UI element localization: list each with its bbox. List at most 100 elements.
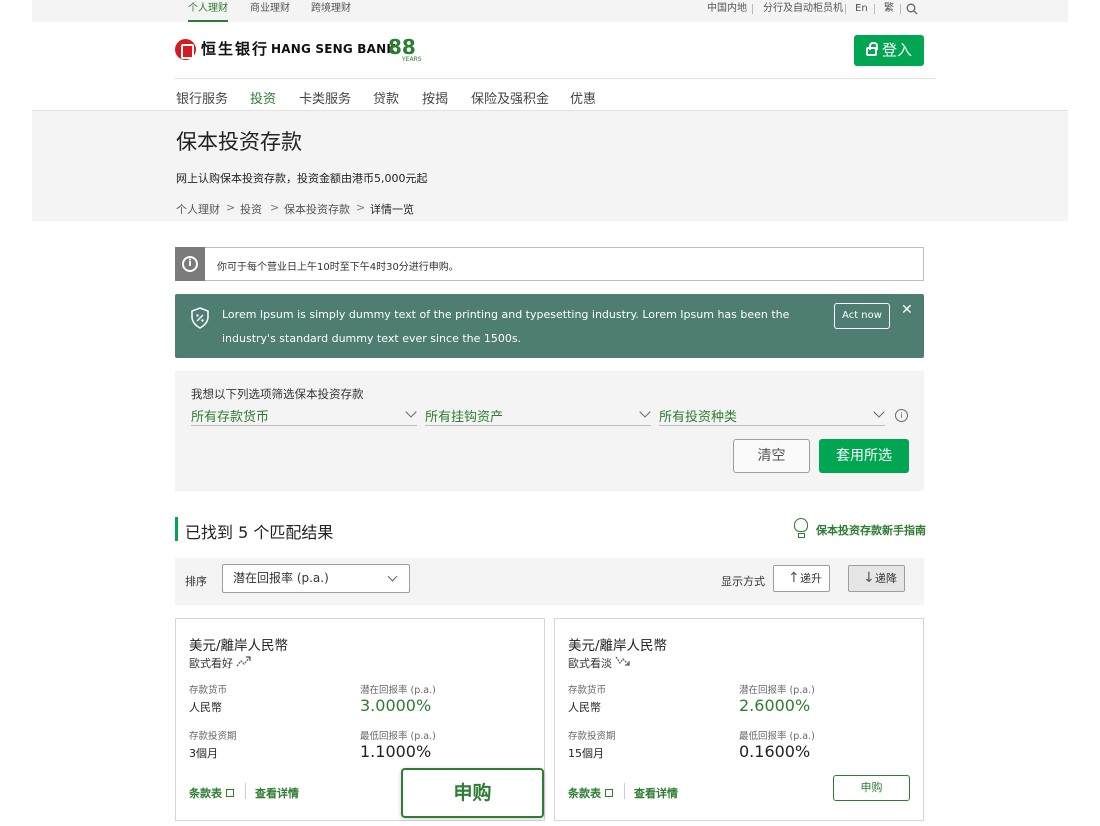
asset-dropdown[interactable]: 所有挂钩资产	[425, 406, 651, 426]
nav-investment[interactable]: 投资	[250, 88, 276, 107]
currency-dropdown-value: 所有存款货币	[191, 410, 270, 425]
info-icon[interactable]: i	[895, 409, 908, 422]
page-title: 保本投资存款	[176, 130, 302, 154]
sort-ascending-label: 递升	[800, 572, 822, 585]
min-return-value: 1.1000%	[360, 742, 432, 761]
banner-text: Lorem Ipsum is simply dummy text of the …	[222, 308, 790, 345]
sort-label: 排序	[185, 575, 207, 588]
type-dropdown-value: 所有投资种类	[659, 410, 738, 425]
currency-value: 人民幣	[189, 701, 222, 714]
period-value: 3個月	[189, 747, 218, 760]
divider	[245, 783, 246, 799]
anniversary-logo: 88	[388, 35, 416, 59]
nav-mortgage[interactable]: 按揭	[422, 88, 448, 107]
display-order-label: 显示方式	[721, 575, 765, 588]
type-dropdown[interactable]: 所有投资种类	[659, 406, 885, 426]
info-icon: i	[182, 256, 198, 272]
currency-label: 存款货币	[568, 685, 607, 696]
currency-dropdown[interactable]: 所有存款货币	[191, 406, 417, 426]
period-label: 存款投资期	[568, 731, 616, 742]
external-link-icon	[226, 789, 234, 797]
arrow-up-icon: ↑	[788, 570, 800, 586]
breadcrumb-capital-protected[interactable]: 保本投资存款	[284, 201, 350, 217]
arrow-down-icon: ↓	[863, 570, 875, 586]
currency-value: 人民幣	[568, 701, 601, 714]
chevron-down-icon	[639, 406, 651, 418]
close-icon[interactable]: ✕	[901, 302, 913, 318]
nav-offers[interactable]: 优惠	[570, 88, 596, 107]
chevron-right-icon: >	[356, 201, 366, 214]
trend-up-icon	[236, 656, 251, 667]
chevron-down-icon	[387, 571, 398, 582]
logo-icon[interactable]	[175, 39, 196, 60]
view-details-link[interactable]: 查看详情	[634, 785, 678, 801]
subscribe-button[interactable]: 申购	[833, 775, 910, 801]
tab-personal[interactable]: 个人理财	[188, 0, 228, 22]
trend-down-icon	[615, 656, 630, 666]
branch-atm-link[interactable]: 分行及自动柜员机	[763, 0, 843, 18]
potential-return-value: 2.6000%	[739, 696, 811, 715]
min-return-label: 最低回报率 (p.a.)	[739, 731, 815, 742]
sort-descending-label: 递降	[875, 572, 897, 585]
divider	[900, 4, 901, 14]
results-accent-bar	[175, 517, 178, 541]
currency-label: 存款货币	[189, 685, 228, 696]
sort-ascending-button[interactable]: ↑ 递升	[773, 565, 830, 592]
term-sheet-link[interactable]: 条款表	[189, 785, 234, 801]
sort-select[interactable]: 潜在回报率 (p.a.)	[222, 564, 410, 593]
min-return-label: 最低回报率 (p.a.)	[360, 731, 436, 742]
nav-banking[interactable]: 银行服务	[176, 88, 228, 107]
nav-cards[interactable]: 卡类服务	[299, 88, 351, 107]
logo-text-cn[interactable]: 恒生银行	[201, 38, 269, 59]
asset-dropdown-value: 所有挂钩资产	[425, 410, 504, 425]
period-label: 存款投资期	[189, 731, 237, 742]
tab-commercial[interactable]: 商业理财	[250, 0, 290, 22]
filter-label: 我想以下列选项筛选保本投资存款	[191, 387, 364, 401]
search-icon[interactable]	[906, 3, 918, 15]
beginner-guide-link[interactable]: 保本投资存款新手指南	[816, 522, 926, 538]
floating-subscribe-button[interactable]: 申购	[401, 768, 544, 818]
logo-text-en[interactable]: HANG SENG BANK	[271, 42, 396, 56]
header-divider	[175, 78, 936, 79]
min-return-value: 0.1600%	[739, 742, 811, 761]
chevron-right-icon: >	[226, 201, 236, 214]
chevron-right-icon: >	[270, 201, 280, 214]
divider	[845, 4, 846, 14]
login-label: 登入	[881, 41, 912, 59]
lang-en-link[interactable]: En	[855, 0, 868, 18]
nav-loans[interactable]: 贷款	[373, 88, 399, 107]
lightbulb-icon	[794, 518, 808, 538]
divider	[874, 4, 875, 14]
card-view: 歐式看淡	[568, 657, 612, 670]
breadcrumb-current: 详情一览	[370, 203, 414, 216]
view-details-link[interactable]: 查看详情	[255, 785, 299, 801]
divider	[752, 4, 753, 14]
lang-tc-link[interactable]: 繁	[884, 0, 894, 18]
term-sheet-label: 条款表	[568, 787, 601, 800]
page-subtitle: 网上认购保本投资存款，投资金额由港币5,000元起	[176, 172, 428, 185]
shield-percent-icon	[191, 307, 209, 329]
apply-filter-button[interactable]: 套用所选	[819, 439, 909, 473]
potential-return-value: 3.0000%	[360, 696, 432, 715]
anniversary-years: YEARS	[402, 56, 422, 63]
tab-cross-border[interactable]: 跨境理财	[311, 0, 351, 22]
login-button[interactable]: 登入	[854, 35, 924, 66]
card-view: 歐式看好	[189, 657, 233, 670]
term-sheet-label: 条款表	[189, 787, 222, 800]
clear-button[interactable]: 清空	[733, 439, 810, 473]
act-now-button[interactable]: Act now	[834, 303, 890, 329]
card-title: 美元/離岸人民幣	[189, 638, 289, 654]
region-link[interactable]: 中国内地	[707, 0, 747, 18]
potential-return-label: 潜在回报率 (p.a.)	[739, 685, 815, 696]
card-title: 美元/離岸人民幣	[568, 638, 668, 654]
sort-select-value: 潜在回报率 (p.a.)	[233, 571, 329, 585]
nav-insurance[interactable]: 保险及强积金	[471, 88, 549, 107]
period-value: 15個月	[568, 747, 604, 760]
lock-icon	[865, 42, 878, 56]
notice-text: 你可于每个营业日上午10时至下午4时30分进行申购。	[217, 262, 459, 273]
term-sheet-link[interactable]: 条款表	[568, 785, 613, 801]
chevron-down-icon	[873, 406, 885, 418]
breadcrumb-investment[interactable]: 投资	[240, 201, 262, 217]
sort-descending-button[interactable]: ↓ 递降	[848, 565, 905, 592]
breadcrumb-personal[interactable]: 个人理财	[176, 201, 220, 217]
